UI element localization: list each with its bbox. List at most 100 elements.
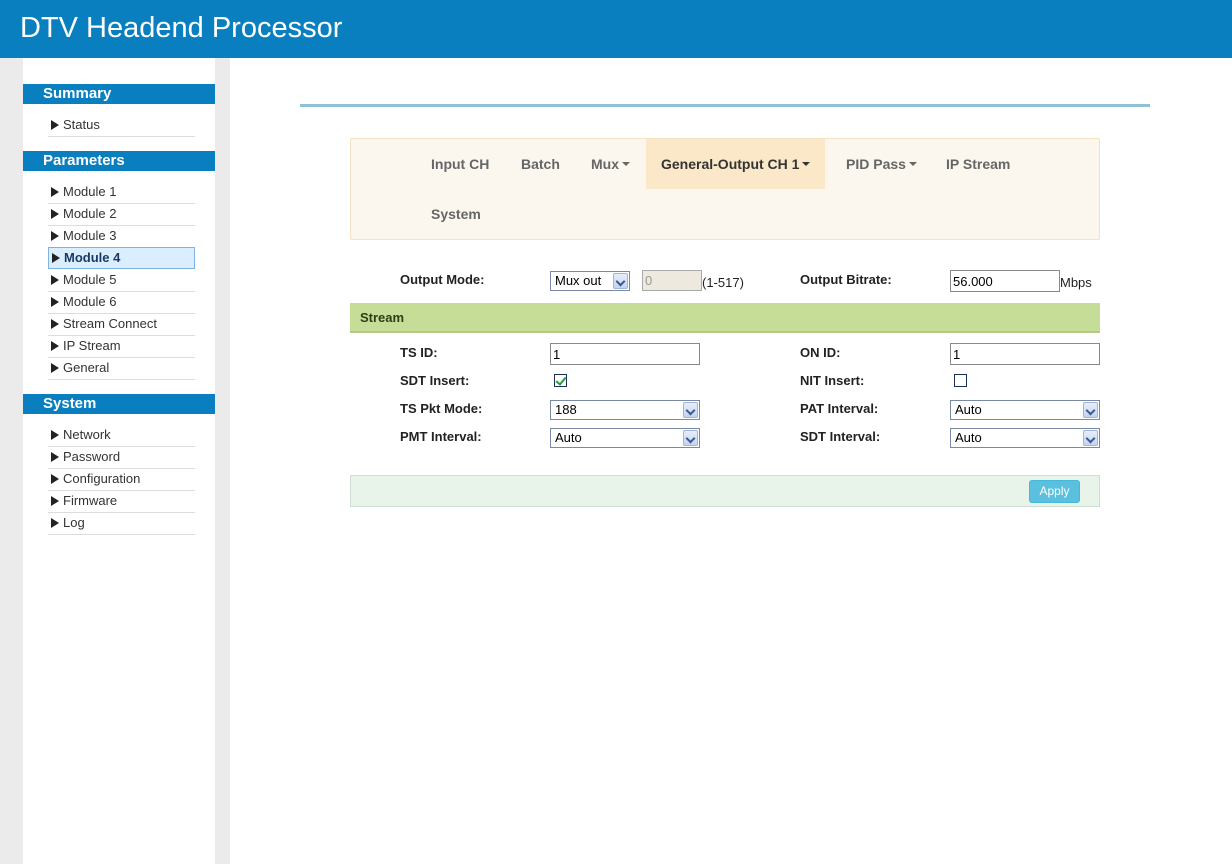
tab-ip-stream[interactable]: IP Stream xyxy=(931,139,1025,189)
sidebar-item-module-1[interactable]: Module 1 xyxy=(48,182,195,204)
tab-label: Mux xyxy=(591,156,619,172)
divider xyxy=(300,104,1150,107)
select-value: Mux out xyxy=(555,273,602,288)
sidebar-item-ip-stream[interactable]: IP Stream xyxy=(48,336,195,358)
triangle-right-icon xyxy=(51,231,59,241)
sidebar-item-network[interactable]: Network xyxy=(48,425,195,447)
sdt-insert-checkbox[interactable] xyxy=(554,374,567,387)
sidebar-item-label: Status xyxy=(63,117,100,132)
app-header: DTV Headend Processor xyxy=(0,0,1232,58)
triangle-right-icon xyxy=(51,341,59,351)
ts-pkt-mode-select[interactable]: 188 xyxy=(550,400,700,420)
triangle-right-icon xyxy=(51,363,59,373)
sidebar-item-log[interactable]: Log xyxy=(48,513,195,535)
tab-general-output[interactable]: General-Output CH 1 xyxy=(646,139,826,189)
triangle-right-icon xyxy=(51,474,59,484)
ts-id-label: TS ID: xyxy=(400,345,438,360)
triangle-right-icon xyxy=(52,253,60,263)
sidebar-item-general[interactable]: General xyxy=(48,358,195,380)
tab-label: PID Pass xyxy=(846,156,906,172)
triangle-right-icon xyxy=(51,297,59,307)
output-bitrate-label: Output Bitrate: xyxy=(800,272,892,287)
dropdown-arrow-icon xyxy=(683,430,698,446)
triangle-right-icon xyxy=(51,120,59,130)
stream-section-title: Stream xyxy=(360,310,405,325)
tab-mux[interactable]: Mux xyxy=(576,139,645,189)
tab-label: System xyxy=(431,206,481,222)
sidebar-item-configuration[interactable]: Configuration xyxy=(48,469,195,491)
ts-pkt-mode-label: TS Pkt Mode: xyxy=(400,401,483,416)
caret-down-icon xyxy=(622,162,630,166)
sidebar-item-label: Firmware xyxy=(63,493,118,508)
sidebar-item-module-2[interactable]: Module 2 xyxy=(48,204,195,226)
select-value: Auto xyxy=(955,402,982,417)
triangle-right-icon xyxy=(51,319,59,329)
tab-label: IP Stream xyxy=(946,156,1011,172)
sidebar-section-system: System xyxy=(23,394,215,414)
sidebar-item-label: Module 2 xyxy=(63,206,117,221)
tab-label: Batch xyxy=(521,156,560,172)
triangle-right-icon xyxy=(51,496,59,506)
pmt-interval-select[interactable]: Auto xyxy=(550,428,700,448)
on-id-label: ON ID: xyxy=(800,345,841,360)
sidebar-item-label: Module 1 xyxy=(63,184,117,199)
tab-bar: Input CH Batch Mux General-Output CH 1 P… xyxy=(350,138,1100,240)
ts-id-field[interactable] xyxy=(550,343,700,365)
dropdown-arrow-icon xyxy=(613,273,628,289)
pmt-interval-label: PMT Interval: xyxy=(400,429,482,444)
tab-label: Input CH xyxy=(431,156,490,172)
sidebar-item-label: Module 5 xyxy=(63,272,117,287)
sidebar-item-password[interactable]: Password xyxy=(48,447,195,469)
sidebar-item-status[interactable]: Status xyxy=(48,115,195,137)
dropdown-arrow-icon xyxy=(1083,402,1098,418)
sidebar-item-label: Module 6 xyxy=(63,294,117,309)
sidebar-item-module-3[interactable]: Module 3 xyxy=(48,226,195,248)
nit-insert-checkbox[interactable] xyxy=(954,374,967,387)
caret-down-icon xyxy=(802,162,811,166)
output-mode-range: (1-517) xyxy=(702,275,744,290)
sidebar-item-stream-connect[interactable]: Stream Connect xyxy=(48,314,195,336)
sidebar: Summary Status Parameters Module 1 Modul… xyxy=(23,58,215,864)
triangle-right-icon xyxy=(51,452,59,462)
pat-interval-select[interactable]: Auto xyxy=(950,400,1100,420)
sidebar-item-label: Log xyxy=(63,515,85,530)
select-value: Auto xyxy=(955,430,982,445)
sidebar-item-label: Module 3 xyxy=(63,228,117,243)
triangle-right-icon xyxy=(51,275,59,285)
tab-batch[interactable]: Batch xyxy=(506,139,575,189)
select-value: Auto xyxy=(555,430,582,445)
app-title: DTV Headend Processor xyxy=(20,12,343,44)
triangle-right-icon xyxy=(51,209,59,219)
tab-input-ch[interactable]: Input CH xyxy=(416,139,504,189)
stream-section-header: Stream xyxy=(350,303,1100,333)
sidebar-item-label: Stream Connect xyxy=(63,316,157,331)
tab-system[interactable]: System xyxy=(416,189,496,239)
output-bitrate-field[interactable] xyxy=(950,270,1060,292)
sidebar-gutter xyxy=(215,58,230,864)
output-bitrate-unit: Mbps xyxy=(1060,275,1092,290)
pat-interval-label: PAT Interval: xyxy=(800,401,879,416)
sidebar-item-firmware[interactable]: Firmware xyxy=(48,491,195,513)
nit-insert-label: NIT Insert: xyxy=(800,373,865,388)
main-content: Input CH Batch Mux General-Output CH 1 P… xyxy=(230,58,1232,864)
output-mode-label: Output Mode: xyxy=(400,272,485,287)
sidebar-item-module-6[interactable]: Module 6 xyxy=(48,292,195,314)
on-id-field[interactable] xyxy=(950,343,1100,365)
sidebar-item-label: Module 4 xyxy=(64,250,121,265)
sidebar-item-label: Configuration xyxy=(63,471,141,486)
sidebar-section-summary: Summary xyxy=(23,84,215,104)
dropdown-arrow-icon xyxy=(1083,430,1098,446)
sidebar-section-parameters: Parameters xyxy=(23,151,215,171)
select-value: 188 xyxy=(555,402,577,417)
sidebar-item-module-4[interactable]: Module 4 xyxy=(48,247,195,269)
apply-button[interactable]: Apply xyxy=(1029,480,1080,503)
sdt-interval-select[interactable]: Auto xyxy=(950,428,1100,448)
sidebar-item-module-5[interactable]: Module 5 xyxy=(48,270,195,292)
form-footer: Apply xyxy=(350,475,1100,507)
triangle-right-icon xyxy=(51,187,59,197)
dropdown-arrow-icon xyxy=(683,402,698,418)
output-mode-number-field[interactable] xyxy=(642,270,702,291)
caret-down-icon xyxy=(908,162,917,166)
output-mode-select[interactable]: Mux out xyxy=(550,271,630,291)
tab-pid-pass[interactable]: PID Pass xyxy=(831,139,932,189)
